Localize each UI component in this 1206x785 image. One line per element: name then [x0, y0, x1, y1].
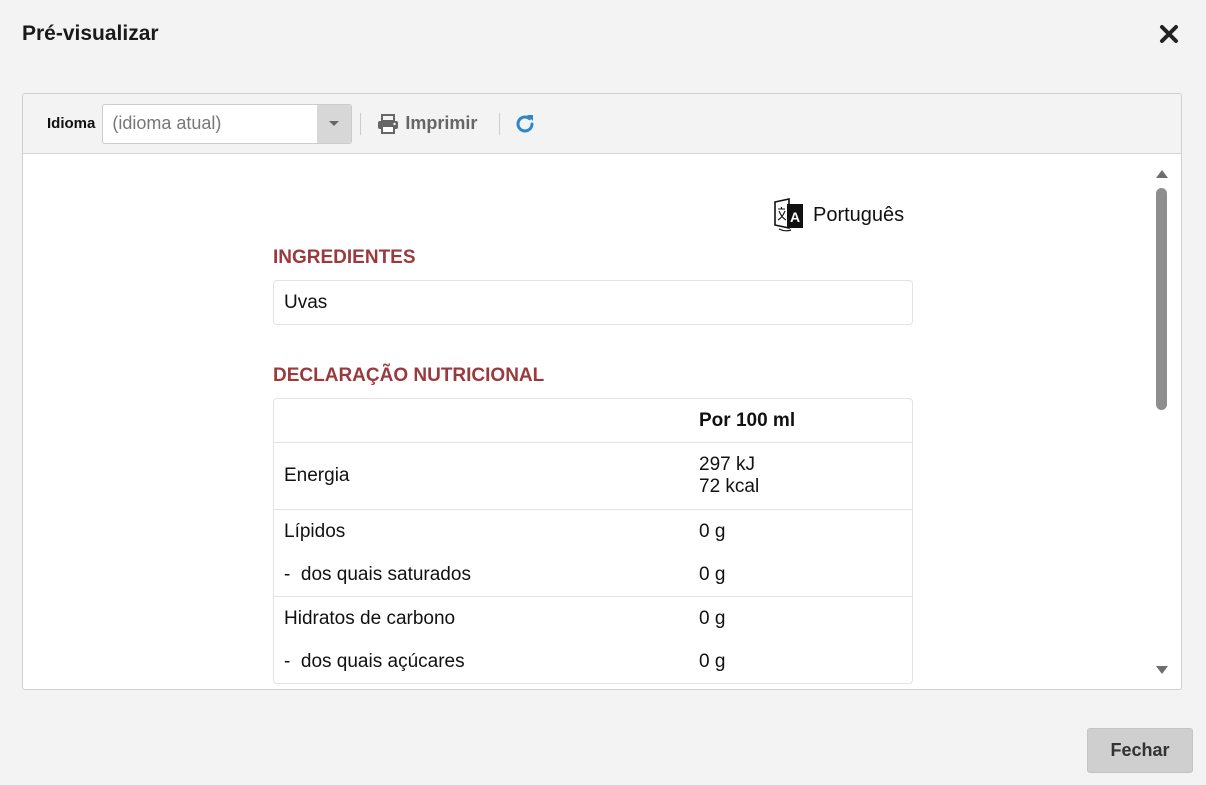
preview-content[interactable]: A Português INGREDIENTES Uvas DECLARAÇÃO…: [23, 154, 1181, 689]
preview-toolbar: Idioma (idioma atual) Imprimir: [23, 94, 1181, 154]
language-select-value: (idioma atual): [112, 113, 222, 133]
refresh-button[interactable]: [514, 113, 536, 135]
close-button[interactable]: Fechar: [1087, 728, 1193, 773]
print-button[interactable]: Imprimir: [373, 113, 481, 134]
nutrient-name: Energia: [284, 465, 350, 486]
preview-dialog: Pré-visualizar Idioma (idioma atual) Imp…: [0, 0, 1206, 785]
dropdown-toggle[interactable]: [317, 104, 352, 143]
print-label: Imprimir: [405, 113, 478, 133]
nutrition-table: Por 100 ml Energia 297 kJ 72 kcal Lípido…: [273, 398, 913, 684]
energy-kcal: 72 kcal: [699, 476, 760, 497]
nutrient-sub-name: - dos quais saturados: [284, 563, 471, 585]
nutrition-title: DECLARAÇÃO NUTRICIONAL: [273, 365, 545, 386]
ingredients-box: Uvas: [273, 280, 913, 325]
table-row: Lípidos 0 g - dos quais saturados 0 g: [274, 510, 912, 597]
ingredients-title: INGREDIENTES: [273, 247, 416, 268]
nutrient-value: 0 g: [699, 607, 726, 629]
language-label: Idioma: [47, 115, 96, 132]
language-indicator: A Português: [773, 198, 904, 232]
translate-icon: A: [774, 198, 803, 232]
scrollbar-thumb[interactable]: [1156, 188, 1167, 410]
nutrient-sub-name: - dos quais açúcares: [284, 650, 465, 672]
nutrient-value: 0 g: [699, 520, 726, 542]
dialog-title: Pré-visualizar: [22, 22, 159, 45]
nutrient-name: Hidratos de carbono: [284, 607, 456, 629]
printer-icon: [378, 113, 399, 134]
nutrient-name: Lípidos: [284, 520, 346, 542]
energy-kj: 297 kJ: [699, 454, 755, 475]
svg-text:A: A: [790, 209, 800, 225]
language-select[interactable]: (idioma atual): [102, 103, 353, 144]
chevron-down-icon: [329, 120, 340, 126]
document-language: Português: [813, 203, 905, 226]
table-row: Por 100 ml: [274, 399, 912, 443]
column-header: Por 100 ml: [699, 409, 796, 431]
close-dialog-button[interactable]: [1157, 22, 1181, 46]
scroll-down-arrow[interactable]: [1156, 666, 1168, 674]
toolbar-divider: [499, 112, 501, 135]
preview-panel: Idioma (idioma atual) Imprimir A Portugu…: [22, 93, 1182, 690]
nutrient-value: 297 kJ 72 kcal: [699, 443, 912, 509]
toolbar-divider: [360, 112, 362, 135]
table-row: Hidratos de carbono 0 g - dos quais açúc…: [274, 597, 912, 683]
ingredients-text: Uvas: [284, 291, 328, 313]
vertical-scrollbar[interactable]: [1154, 166, 1170, 678]
refresh-icon: [516, 114, 534, 132]
table-row: Energia 297 kJ 72 kcal: [274, 443, 912, 510]
scroll-up-arrow[interactable]: [1156, 170, 1168, 178]
nutrient-sub-value: 0 g: [699, 650, 726, 672]
nutrient-sub-value: 0 g: [699, 563, 726, 585]
close-icon: [1160, 25, 1178, 43]
